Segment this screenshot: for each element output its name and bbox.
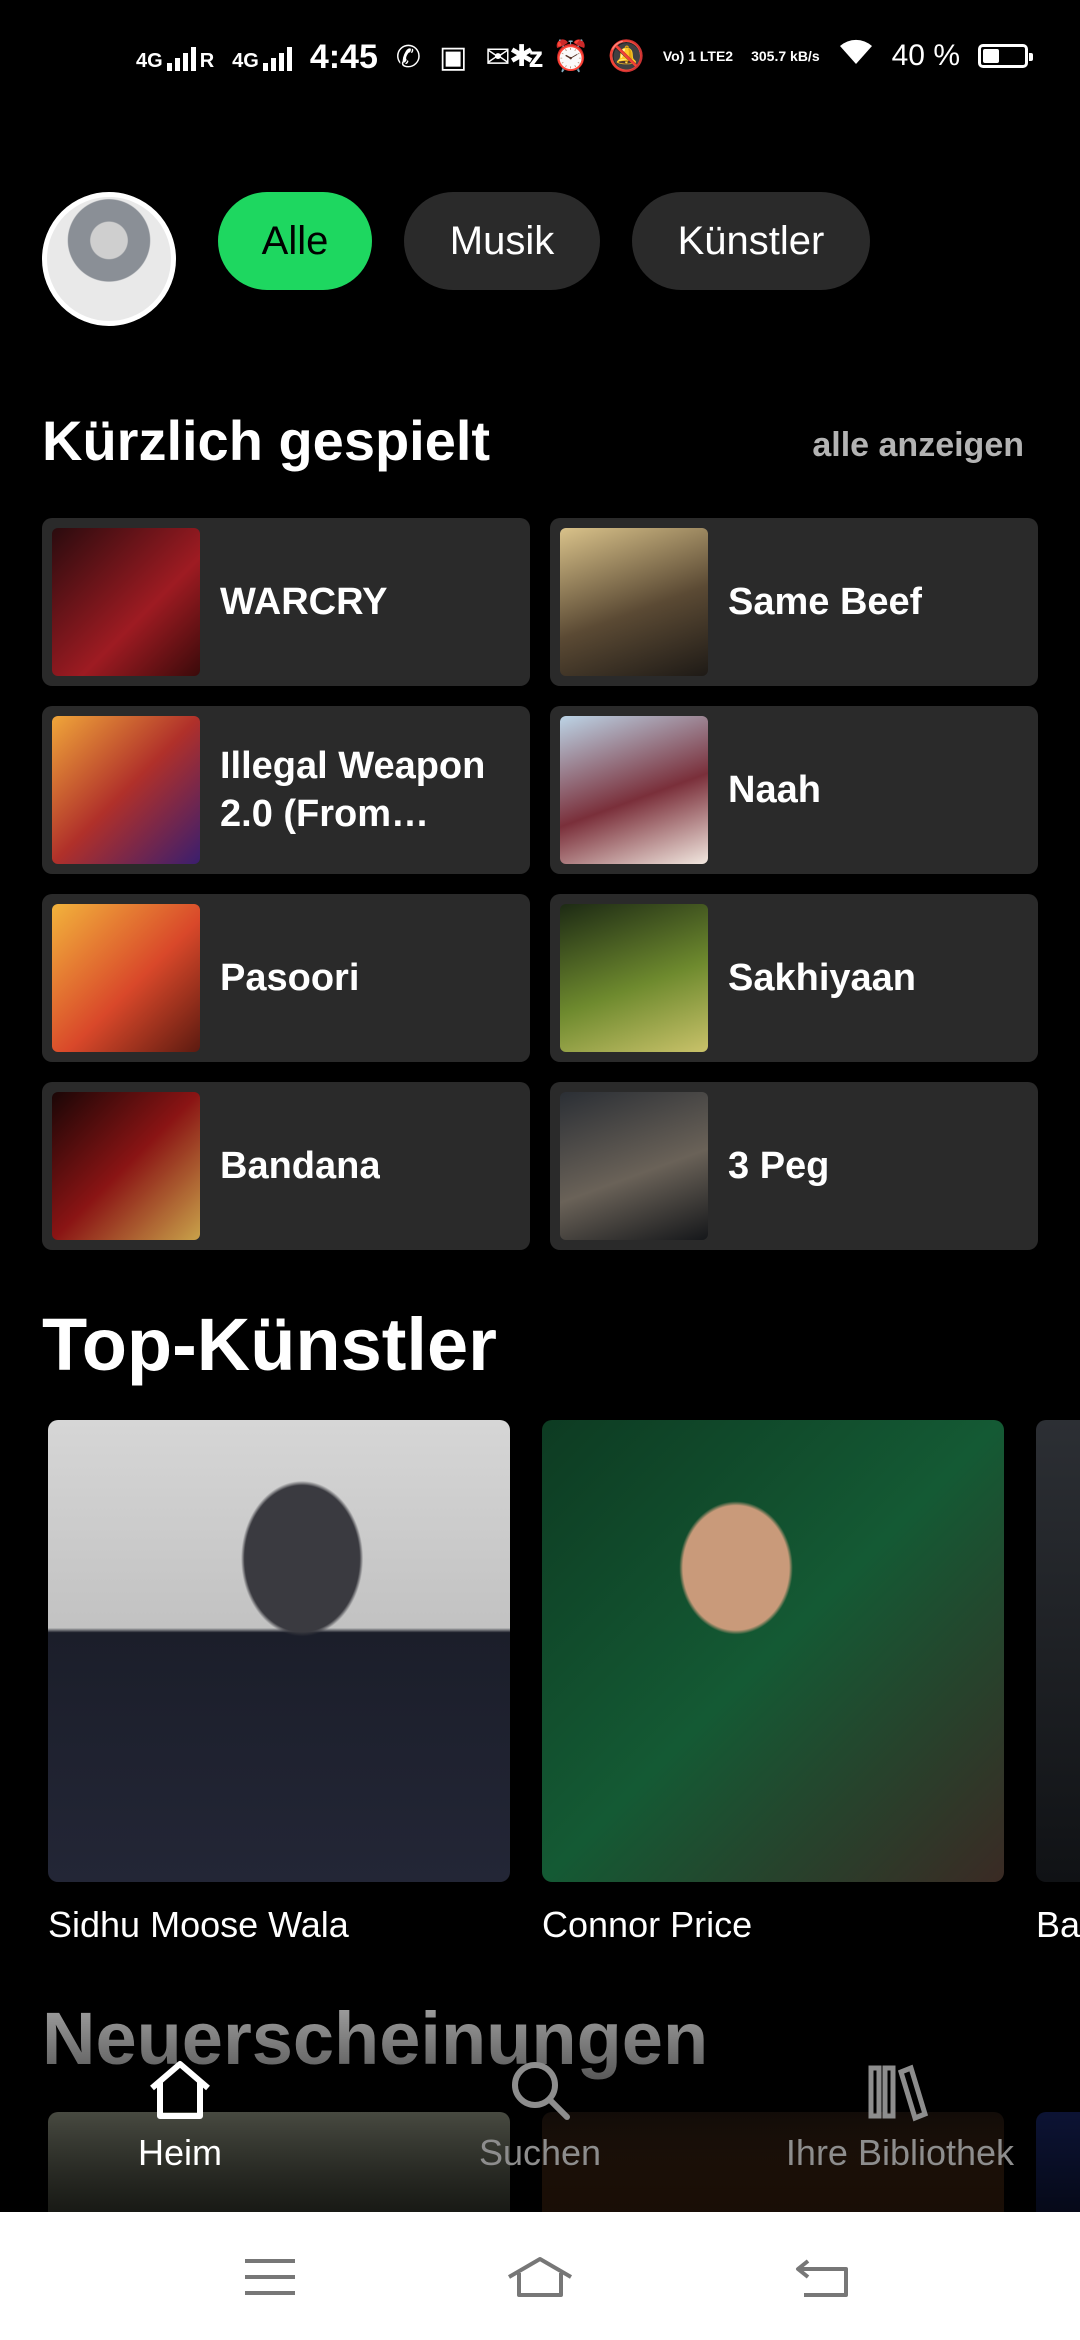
network-speed: 305.7 kB/s bbox=[751, 47, 820, 64]
signal-bars-icon bbox=[166, 45, 196, 71]
artist-name: Connor Price bbox=[542, 1904, 753, 1945]
network-type-2: 4G bbox=[232, 49, 259, 72]
nav-home[interactable]: Heim bbox=[30, 2050, 330, 2174]
bottom-nav: Heim Suchen Ihre Bibliothek bbox=[0, 2010, 1080, 2212]
recent-item-naah[interactable]: Naah bbox=[550, 706, 1038, 874]
album-cover bbox=[560, 716, 708, 864]
top-artists-title: Top-Künstler bbox=[42, 1303, 497, 1386]
album-cover bbox=[560, 528, 708, 676]
recent-item-sakhiyaan[interactable]: Sakhiyaan bbox=[550, 894, 1038, 1062]
recent-item-warcry[interactable]: WARCRY bbox=[42, 518, 530, 686]
search-icon bbox=[390, 2050, 690, 2130]
nav-label: Suchen bbox=[478, 2132, 602, 2173]
alarm-icon: ⏰ bbox=[552, 39, 590, 73]
recent-item-title: Bandana bbox=[220, 1145, 381, 1187]
signal-bars-icon bbox=[262, 45, 292, 71]
system-nav-bar bbox=[0, 2212, 1080, 2340]
recent-item-title: Pasoori bbox=[220, 957, 360, 999]
recent-item-title: Naah bbox=[728, 769, 821, 811]
album-cover bbox=[52, 716, 200, 864]
album-cover bbox=[560, 1092, 708, 1240]
status-right: ✱ ⏰ 🔕 Vo) 1 LTE2 305.7 kB/s 40 % bbox=[508, 38, 1033, 74]
recent-item-illegal-weapon[interactable]: Illegal Weapon 2.0 (From "Street Dancer … bbox=[42, 706, 530, 874]
whatsapp-icon: ✆ bbox=[395, 41, 422, 74]
wifi-icon bbox=[838, 38, 874, 74]
status-bar: 4G R 4G 4:45 ✆ ▣ ✉ z ✱ ⏰ 🔕 Vo) 1 LTE2 30… bbox=[0, 0, 1080, 120]
menu-icon[interactable] bbox=[220, 2242, 320, 2312]
artist-card-peek[interactable] bbox=[1036, 1420, 1080, 1882]
system-home-icon[interactable] bbox=[490, 2242, 590, 2312]
status-left: 4G R 4G 4:45 ✆ ▣ ✉ z bbox=[136, 38, 544, 77]
recent-item-title: Same Beef bbox=[728, 581, 923, 623]
instagram-icon: ▣ bbox=[439, 41, 468, 74]
album-cover bbox=[560, 904, 708, 1052]
battery-percent: 40 % bbox=[891, 39, 960, 72]
back-icon[interactable] bbox=[774, 2242, 874, 2312]
artist-photo bbox=[542, 1420, 1004, 1882]
filter-chip-music[interactable]: Musik bbox=[404, 192, 600, 290]
artist-card-sidhu-moose-wala[interactable]: Sidhu Moose Wala bbox=[48, 1420, 510, 1945]
volte-indicator: Vo) 1 LTE2 bbox=[662, 47, 734, 64]
recent-item-bandana[interactable]: Bandana bbox=[42, 1082, 530, 1250]
artist-name-peek: Ba bbox=[1036, 1904, 1080, 1945]
album-cover bbox=[52, 1092, 200, 1240]
mute-icon: 🔕 bbox=[607, 39, 645, 73]
home-icon bbox=[30, 2050, 330, 2130]
artist-photo bbox=[48, 1420, 510, 1882]
recent-item-pasoori[interactable]: Pasoori bbox=[42, 894, 530, 1062]
signal-2: 4G bbox=[232, 45, 292, 71]
nav-library[interactable]: Ihre Bibliothek bbox=[750, 2050, 1050, 2174]
mail-icon: ✉ bbox=[485, 41, 511, 74]
artist-card-connor-price[interactable]: Connor Price bbox=[542, 1420, 1004, 1945]
recent-item-3-peg[interactable]: 3 Peg bbox=[550, 1082, 1038, 1250]
nav-search[interactable]: Suchen bbox=[390, 2050, 690, 2174]
recent-item-title: Illegal Weapon 2.0 (From "Street Dancer … bbox=[220, 745, 486, 835]
filter-chip-all[interactable]: Alle bbox=[218, 192, 372, 290]
see-all-link[interactable]: alle anzeigen bbox=[812, 426, 1024, 465]
battery-icon bbox=[978, 44, 1033, 68]
album-cover bbox=[52, 904, 200, 1052]
roaming-indicator: R bbox=[199, 49, 215, 72]
signal-1: 4G R bbox=[136, 45, 214, 71]
battery-fill bbox=[983, 49, 999, 63]
recently-played-title: Kürzlich gespielt bbox=[42, 409, 491, 472]
recent-item-title: Sakhiyaan bbox=[728, 957, 916, 999]
status-time: 4:45 bbox=[309, 38, 378, 76]
filter-chip-artists[interactable]: Künstler bbox=[632, 192, 870, 290]
nav-label: Heim bbox=[137, 2132, 222, 2173]
bluetooth-icon: ✱ bbox=[508, 39, 535, 73]
library-icon bbox=[750, 2050, 1050, 2130]
network-type-1: 4G bbox=[136, 49, 163, 72]
recent-item-same-beef[interactable]: Same Beef bbox=[550, 518, 1038, 686]
artist-name: Sidhu Moose Wala bbox=[48, 1904, 349, 1945]
recent-item-title: WARCRY bbox=[220, 581, 388, 623]
album-cover bbox=[52, 528, 200, 676]
recent-item-title: 3 Peg bbox=[728, 1145, 830, 1187]
nav-label: Ihre Bibliothek bbox=[785, 2132, 1015, 2173]
profile-avatar[interactable] bbox=[42, 192, 176, 326]
